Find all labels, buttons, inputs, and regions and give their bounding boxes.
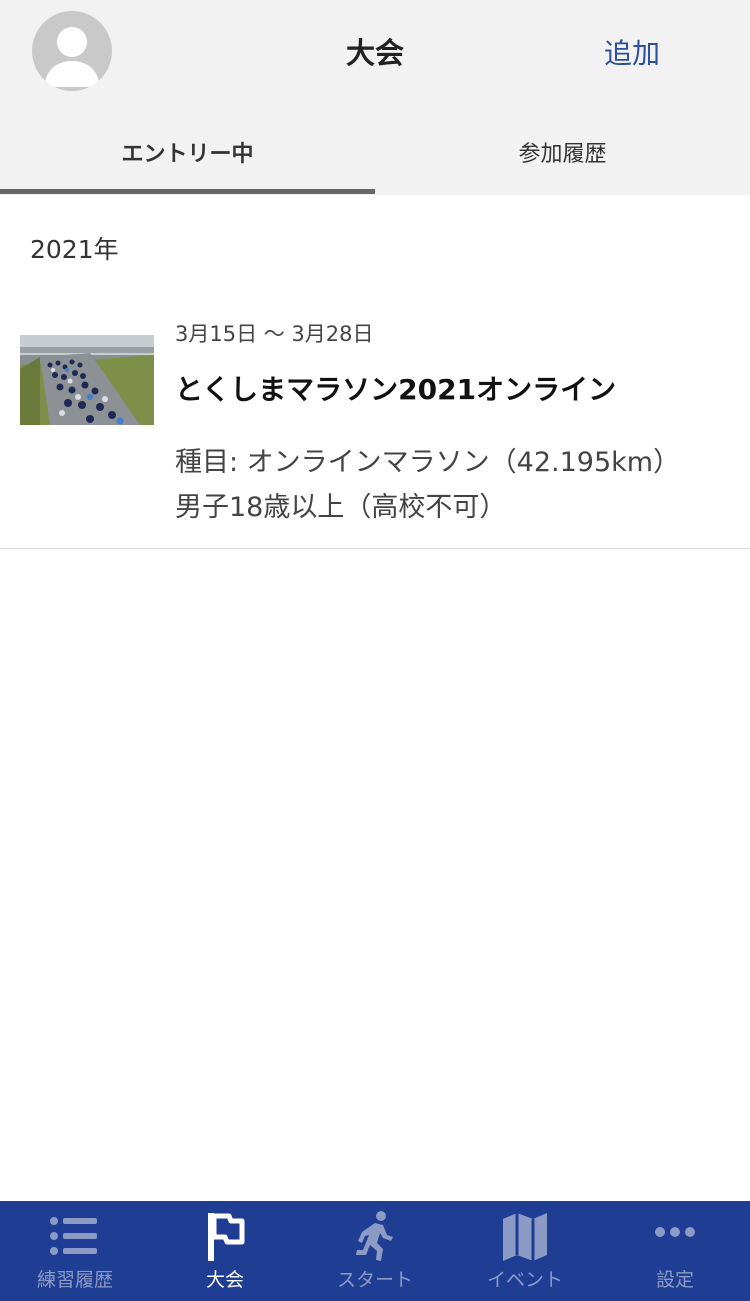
top-header: 大会 追加 エントリー中 参加履歴	[0, 0, 750, 195]
tabbar-label: 練習履歴	[36, 1269, 113, 1291]
bottom-tab-bar: 練習履歴 大会 スタート イベント 設定	[0, 1201, 750, 1301]
more-icon	[655, 1227, 695, 1237]
tabbar-label: スタート	[336, 1269, 413, 1291]
race-name: とくしまマラソン2021オンライン	[175, 373, 617, 406]
add-button[interactable]: 追加	[604, 32, 660, 72]
tab-history[interactable]: 参加履歴	[375, 108, 750, 195]
segment-tabs: エントリー中 参加履歴	[0, 108, 750, 195]
year-heading: 2021年	[30, 235, 119, 264]
tabbar-item-start[interactable]: スタート	[300, 1201, 450, 1301]
race-dates: 3月15日 〜 3月28日	[175, 322, 374, 346]
flag-icon	[208, 1213, 245, 1261]
tab-entry[interactable]: エントリー中	[0, 108, 375, 195]
race-category-line: 男子18歳以上（高校不可）	[175, 492, 507, 523]
tabbar-label: 設定	[655, 1269, 694, 1291]
tabbar-item-practice-history[interactable]: 練習履歴	[0, 1201, 150, 1301]
race-detail: 種目: オンラインマラソン（42.195km） 男子18歳以上（高校不可）	[175, 440, 680, 530]
race-event-line: 種目: オンラインマラソン（42.195km）	[175, 447, 681, 478]
tabbar-label: 大会	[205, 1269, 244, 1291]
list-item[interactable]: 3月15日 〜 3月28日 とくしまマラソン2021オンライン 種目: オンライ…	[0, 300, 750, 549]
map-icon	[503, 1213, 547, 1261]
tabbar-item-settings[interactable]: 設定	[600, 1201, 750, 1301]
active-tab-indicator	[0, 189, 375, 194]
tabbar-item-races[interactable]: 大会	[150, 1201, 300, 1301]
runner-icon	[356, 1211, 393, 1261]
tabbar-label: イベント	[486, 1269, 563, 1291]
tabbar-item-events[interactable]: イベント	[450, 1201, 600, 1301]
race-thumbnail	[20, 335, 154, 425]
list-icon	[50, 1217, 97, 1255]
